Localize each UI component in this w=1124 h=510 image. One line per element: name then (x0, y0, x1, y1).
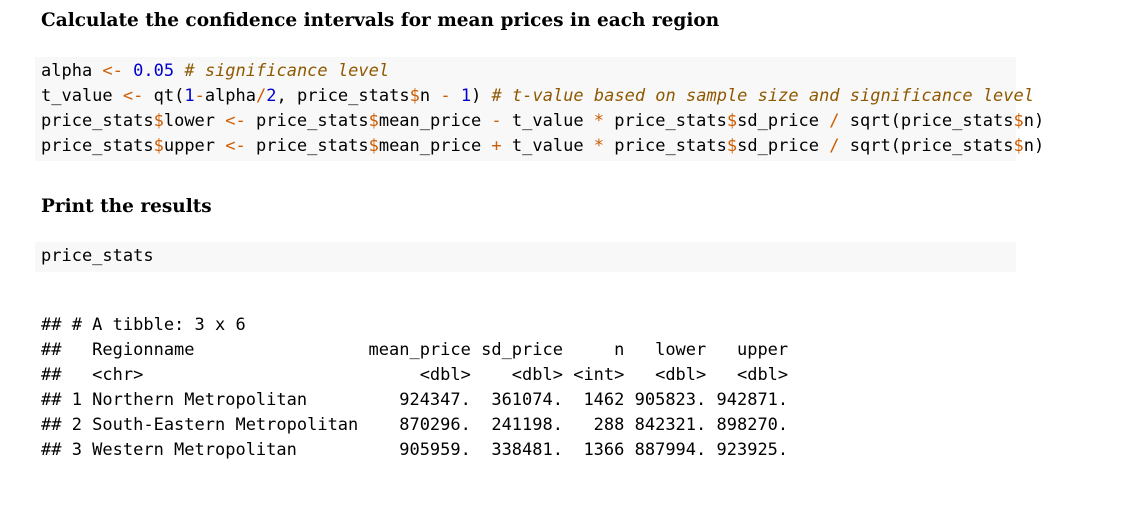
output-row: ## 3 Western Metropolitan 905959. 338481… (41, 440, 789, 460)
output-row: ## 2 South-Eastern Metropolitan 870296. … (41, 415, 789, 435)
code-line-price-stats: price_stats (41, 246, 154, 266)
section-heading-confidence-intervals: Calculate the confidence intervals for m… (41, 10, 720, 31)
code-line-alpha: alpha <- 0.05 # significance level (41, 61, 390, 81)
console-output: ## # A tibble: 3 x 6 ## Regionname mean_… (41, 313, 788, 463)
section-heading-print-results: Print the results (41, 196, 212, 217)
code-block-confidence-intervals: alpha <- 0.05 # significance level t_val… (35, 57, 1045, 161)
output-line-tibble-header: ## # A tibble: 3 x 6 (41, 315, 246, 335)
code-line-lower: price_stats$lower <- price_stats$mean_pr… (41, 111, 1045, 131)
output-line-column-types: ## <chr> <dbl> <dbl> <int> <dbl> <dbl> (41, 365, 789, 385)
code-line-t-value: t_value <- qt(1-alpha/2, price_stats$n -… (41, 86, 1034, 106)
output-row: ## 1 Northern Metropolitan 924347. 36107… (41, 390, 789, 410)
output-line-column-names: ## Regionname mean_price sd_price n lowe… (41, 340, 789, 360)
code-line-upper: price_stats$upper <- price_stats$mean_pr… (41, 136, 1045, 156)
code-block-print: price_stats (35, 242, 1016, 272)
